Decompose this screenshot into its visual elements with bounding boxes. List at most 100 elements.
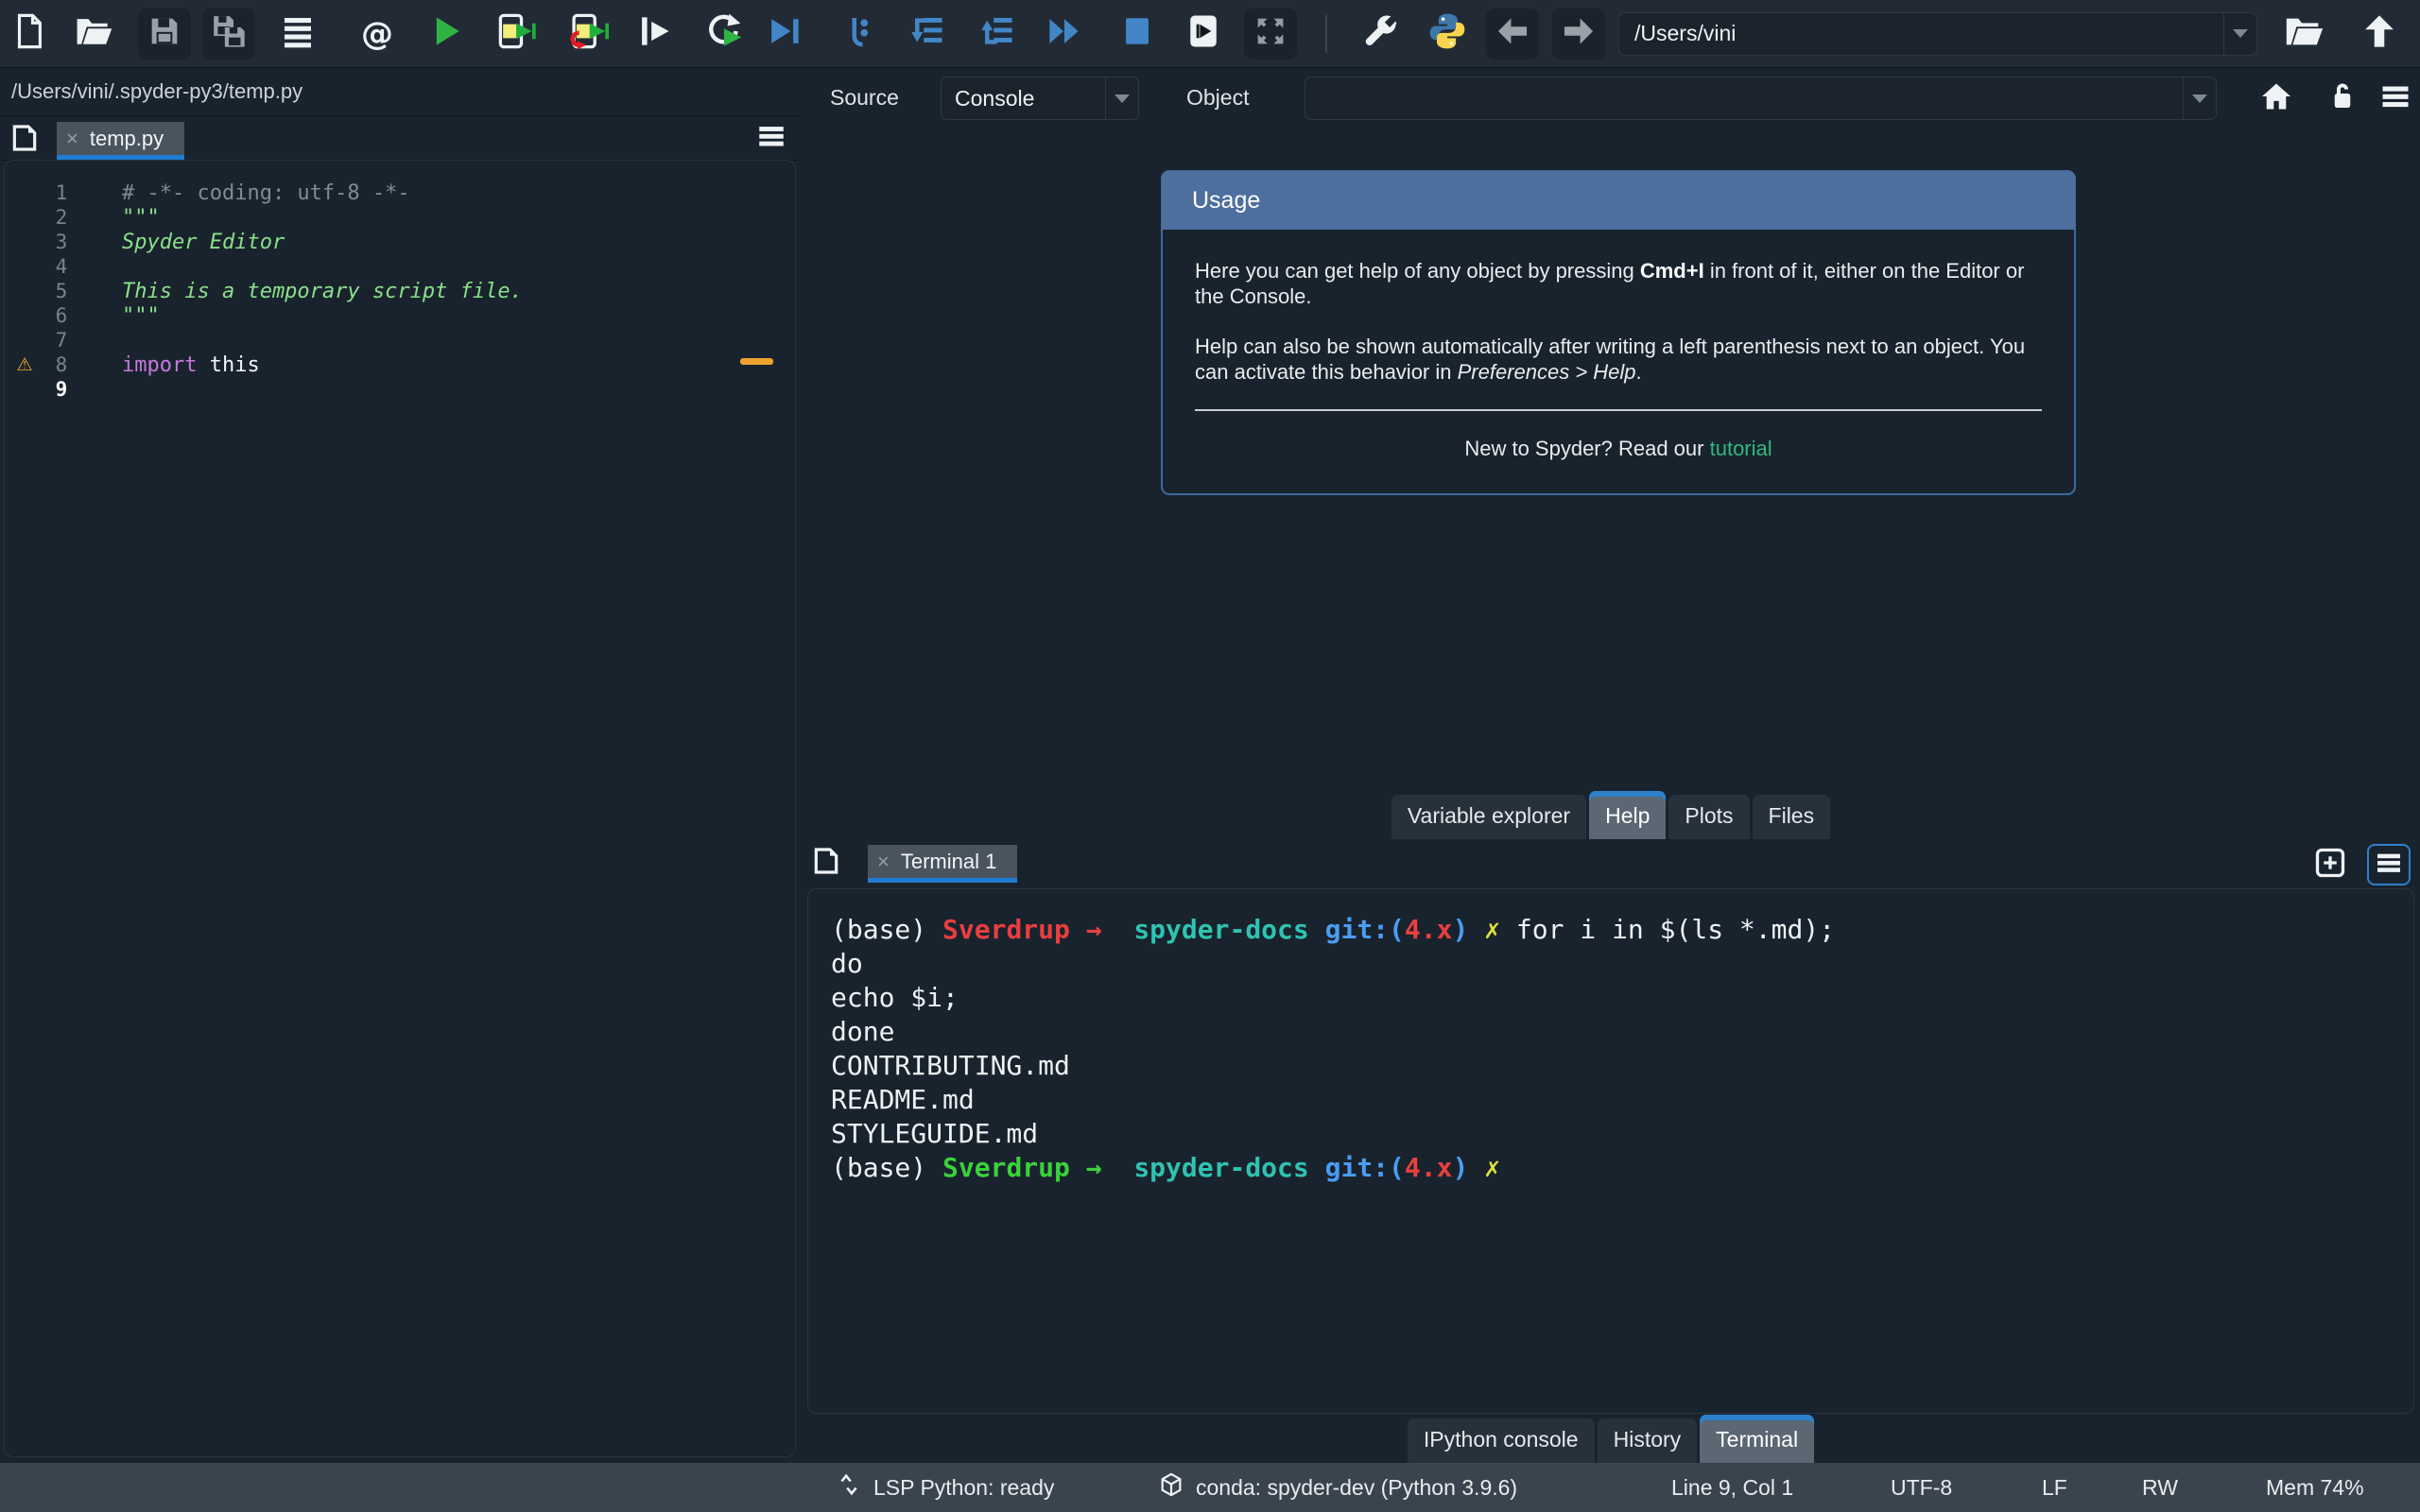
- open-file-button[interactable]: [72, 9, 115, 60]
- editor-tab-label: temp.py: [89, 126, 164, 150]
- run-cell-advance-button[interactable]: [562, 9, 611, 60]
- code-line-9[interactable]: 9: [5, 377, 795, 402]
- terminal-token: ✗: [1484, 913, 1501, 945]
- rerun-cell-button[interactable]: [701, 9, 745, 60]
- new-file-button[interactable]: [8, 9, 51, 60]
- code-token: Spyder Editor: [122, 230, 285, 254]
- tab-variable-explorer[interactable]: Variable explorer: [1391, 795, 1587, 839]
- close-tab-icon[interactable]: ×: [877, 850, 890, 874]
- debug-step-button[interactable]: [838, 9, 881, 60]
- working-directory-combo[interactable]: /Users/vini: [1618, 11, 2257, 56]
- split-panel-button[interactable]: [1182, 9, 1225, 60]
- preferences-button[interactable]: [1357, 9, 1401, 60]
- code-line-8[interactable]: ⚠ 8 import this: [5, 352, 795, 377]
- code-line-1[interactable]: 1 # -*- coding: utf-8 -*-: [5, 180, 795, 205]
- chevron-down-icon[interactable]: [2224, 29, 2256, 38]
- cursor-position: Line 9, Col 1: [1671, 1474, 1794, 1500]
- debug-continue-button[interactable]: [1042, 9, 1085, 60]
- editor-options-menu-button[interactable]: [751, 120, 792, 156]
- run-cell-button[interactable]: [492, 9, 541, 60]
- pages-icon: [9, 123, 40, 158]
- terminal-options-menu-button[interactable]: [2367, 844, 2411, 885]
- browse-terminal-tabs-button[interactable]: [802, 843, 851, 883]
- code-line-4[interactable]: 4: [5, 254, 795, 279]
- lock-button[interactable]: [2322, 79, 2363, 117]
- working-directory-value: /Users/vini: [1634, 21, 1737, 45]
- python-env-button[interactable]: [1426, 9, 1469, 60]
- source-combo-value: Console: [955, 85, 1035, 111]
- code-line-5[interactable]: 5 This is a temporary script file.: [5, 279, 795, 303]
- save-button[interactable]: [138, 8, 191, 60]
- browse-tabs-button[interactable]: [0, 120, 49, 160]
- close-tab-icon[interactable]: ×: [66, 127, 78, 151]
- back-button[interactable]: [1486, 8, 1539, 60]
- run-selection-icon: [632, 10, 674, 57]
- save-all-button[interactable]: [202, 8, 255, 60]
- editor-tab-temp-py[interactable]: × temp.py: [57, 122, 185, 160]
- line-number: 4: [55, 255, 68, 278]
- forward-button[interactable]: [1552, 8, 1605, 60]
- chevron-down-icon[interactable]: [1106, 94, 1138, 103]
- home-button[interactable]: [2256, 79, 2297, 117]
- debug-step-out-icon: [976, 11, 1015, 56]
- run-file-button[interactable]: [424, 9, 467, 60]
- usage-card-title: Usage: [1162, 171, 2075, 230]
- debug-file-button[interactable]: [762, 9, 805, 60]
- code-line-2[interactable]: 2 """: [5, 205, 795, 230]
- lsp-status-text: LSP Python: ready: [873, 1474, 1055, 1500]
- terminal-token: spyder-docs: [1133, 1151, 1309, 1183]
- save-icon: [146, 12, 183, 55]
- code-editor[interactable]: 1 # -*- coding: utf-8 -*- 2 """ 3 Spyder Edit…: [4, 160, 796, 1457]
- debug-step-into-icon: [906, 11, 945, 56]
- code-line-7[interactable]: 7: [5, 328, 795, 352]
- new-terminal-button[interactable]: [2310, 846, 2350, 884]
- at-symbol-icon: @: [361, 14, 393, 53]
- run-selection-button[interactable]: [631, 9, 675, 60]
- forward-arrow-icon: [1561, 13, 1597, 54]
- plus-square-icon: [2313, 846, 2347, 885]
- terminal-token: README.md: [831, 1083, 975, 1115]
- unlock-icon: [2325, 79, 2360, 118]
- parent-directory-button[interactable]: [2356, 9, 2403, 60]
- debug-stop-button[interactable]: [1115, 9, 1159, 60]
- source-combo[interactable]: Console: [941, 77, 1139, 120]
- tab-plots[interactable]: Plots: [1668, 795, 1750, 839]
- terminal-token: 4.x: [1404, 1151, 1453, 1183]
- terminal-output[interactable]: (base) Sverdrup → spyder-docs git:(4.x) …: [807, 888, 2414, 1414]
- debug-step-out-button[interactable]: [974, 9, 1017, 60]
- toolbar-separator: [1325, 14, 1327, 53]
- tab-ipython-console[interactable]: IPython console: [1407, 1418, 1595, 1463]
- tab-files[interactable]: Files: [1752, 795, 1831, 839]
- terminal-token: Sverdrup: [942, 1151, 1070, 1183]
- tutorial-link[interactable]: tutorial: [1710, 437, 1772, 460]
- usage-divider: [1195, 409, 2042, 411]
- find-symbols-button[interactable]: @: [355, 9, 399, 60]
- maximize-pane-button[interactable]: [1244, 8, 1297, 60]
- usage-card-body: Here you can get help of any object by p…: [1163, 230, 2074, 493]
- terminal-token: (base): [831, 913, 943, 945]
- browse-directory-button[interactable]: [2280, 9, 2327, 60]
- spyder-window: @ /Users/vini /Users/vini/.spyder-py3/te…: [0, 0, 2420, 1512]
- tab-terminal[interactable]: Terminal: [1700, 1415, 1815, 1463]
- terminal-token: (base): [831, 1151, 943, 1183]
- debug-step-icon: [839, 11, 879, 56]
- rerun-icon: [702, 10, 744, 57]
- editor-pane: /Users/vini/.spyder-py3/temp.py × temp.p…: [0, 68, 802, 1463]
- chevron-down-icon[interactable]: [2184, 94, 2216, 103]
- terminal-tab-1[interactable]: × Terminal 1: [868, 845, 1018, 883]
- hamburger-menu-icon: [2378, 79, 2412, 118]
- code-line-6[interactable]: 6 """: [5, 303, 795, 328]
- code-text: import this: [122, 353, 731, 377]
- help-options-menu-button[interactable]: [2375, 79, 2416, 117]
- tab-help[interactable]: Help: [1589, 791, 1667, 839]
- code-line-3[interactable]: 3 Spyder Editor: [5, 230, 795, 254]
- tab-history[interactable]: History: [1597, 1418, 1698, 1463]
- terminal-line-6: README.md: [831, 1082, 2413, 1116]
- debug-step-into-button[interactable]: [904, 9, 947, 60]
- editor-tabbar: × temp.py: [0, 116, 802, 161]
- object-combo[interactable]: [1305, 77, 2217, 120]
- file-switcher-button[interactable]: [276, 9, 320, 60]
